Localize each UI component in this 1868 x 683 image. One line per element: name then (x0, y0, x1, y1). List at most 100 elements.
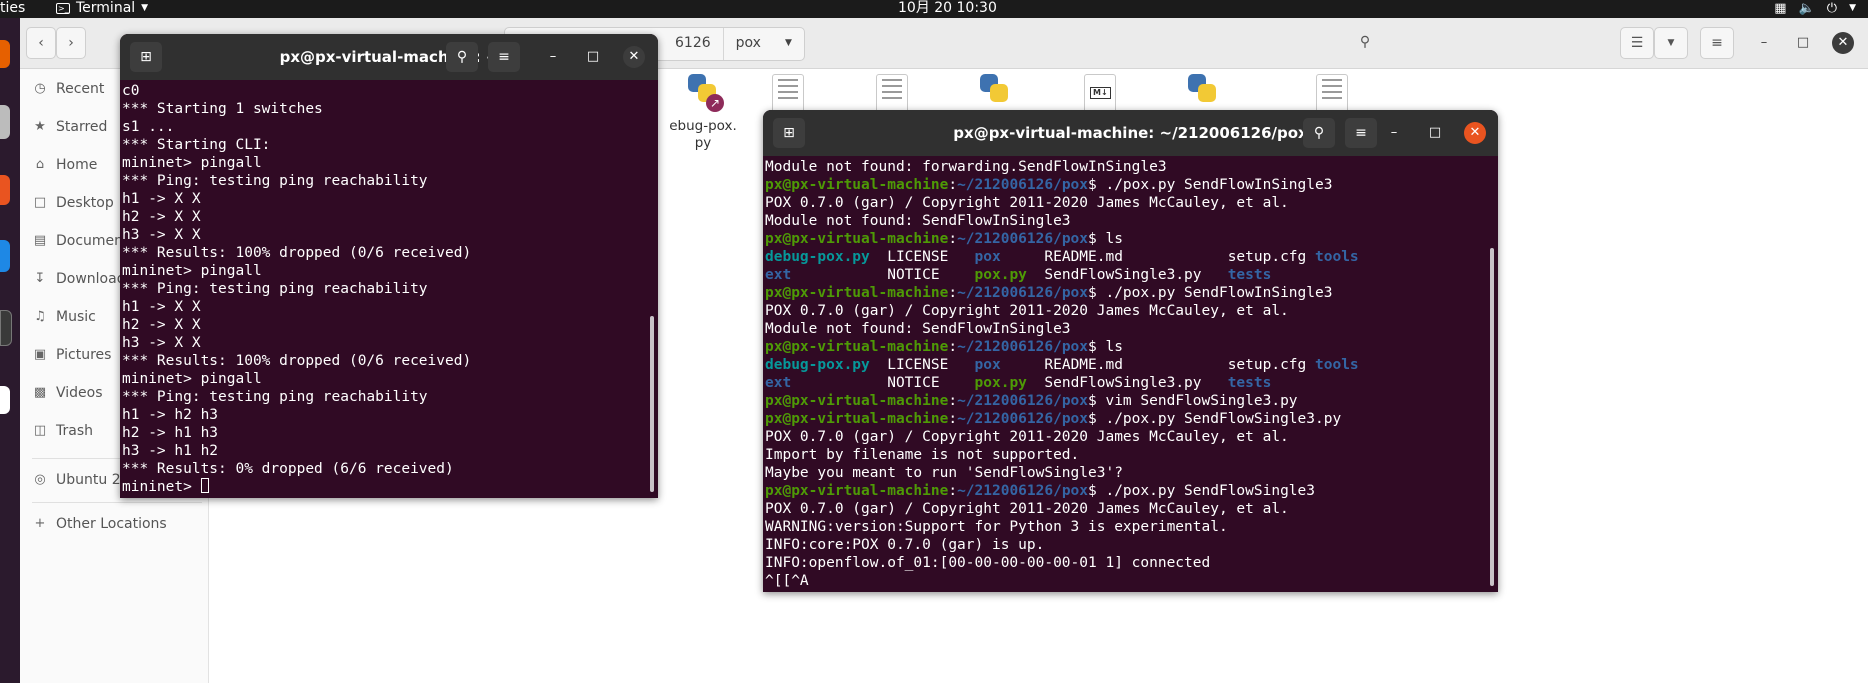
terminal-icon: >_ (56, 3, 70, 14)
volume-icon: 🔈 (1798, 1, 1815, 16)
close-button[interactable]: ✕ (1832, 32, 1854, 54)
python-file-icon: ↗ (688, 74, 724, 112)
terminal-window-pox[interactable]: ⊞ px@px-virtual-machine: ~/212006126/pox… (763, 110, 1498, 592)
menu-button[interactable]: ≡ (488, 42, 520, 72)
path-crumb-current[interactable]: pox (724, 28, 773, 60)
terminal-line: *** Starting CLI: (122, 137, 271, 153)
ls-entry: SendFlowSingle3.py (1044, 375, 1228, 391)
sidebar-item-home[interactable]: ⌂ Home (32, 150, 97, 180)
close-button[interactable]: ✕ (623, 46, 645, 68)
terminal-output[interactable]: Module not found: forwarding.SendFlowInS… (765, 158, 1359, 590)
file-python[interactable] (1188, 74, 1222, 110)
ls-entry: debug-pox.py (765, 249, 888, 265)
files-dock-icon[interactable] (0, 386, 10, 414)
file-document[interactable] (772, 74, 804, 114)
terminal-window-mininet[interactable]: ⊞ px@px-virtual-machine: ~ ⚲ ≡ – □ ✕ c0 *… (120, 34, 658, 498)
sidebar-item-trash[interactable]: ◫ Trash (32, 416, 93, 446)
system-tray[interactable]: ▦ 🔈 ⏻ ▼ (1774, 0, 1856, 17)
sidebar-item-other-locations[interactable]: + Other Locations (32, 509, 167, 539)
maximize-button[interactable]: □ (1424, 122, 1446, 144)
minimize-button[interactable]: – (1753, 32, 1775, 54)
terminal-line: px@px-virtual-machine:~/212006126/pox$ .… (765, 410, 1359, 428)
terminal-line: debug-pox.py LICENSE pox README.md setup… (765, 248, 1359, 266)
terminal-line: *** Ping: testing ping reachability (122, 173, 428, 189)
sidebar-item-downloads[interactable]: ↧ Downloads (32, 264, 133, 294)
terminal-line: mininet> pingall (122, 263, 262, 279)
terminal-line: h1 -> X X (122, 299, 201, 315)
prompt-path: ~/212006126/pox (957, 231, 1089, 247)
list-view-button[interactable]: ☰ (1620, 27, 1654, 59)
clock[interactable]: 10月 20 10:30 (898, 0, 997, 17)
ls-entry: NOTICE (887, 375, 975, 391)
search-button[interactable]: ⚲ (446, 42, 478, 72)
command-text: $ ls (1088, 339, 1123, 355)
clock-icon: ◷ (34, 81, 46, 96)
dock (0, 18, 20, 683)
terminal-line: px@px-virtual-machine:~/212006126/pox$ l… (765, 338, 1359, 356)
ls-entry: NOTICE (887, 267, 975, 283)
plus-icon: + (34, 516, 46, 531)
file-python[interactable] (980, 74, 1014, 110)
menu-button[interactable]: ≡ (1345, 118, 1377, 148)
terminal-line: POX 0.7.0 (gar) / Copyright 2011-2020 Ja… (765, 195, 1289, 211)
sidebar-item-starred[interactable]: ★ Starred (32, 112, 107, 142)
prompt-colon: : (948, 339, 958, 355)
terminal-dock-icon[interactable] (0, 310, 12, 346)
prompt-user: px@px-virtual-machine (765, 411, 949, 427)
minimize-button[interactable]: – (542, 46, 564, 68)
firefox-icon[interactable] (0, 40, 10, 68)
music-icon: ♫ (34, 309, 46, 324)
sidebar-item-music[interactable]: ♫ Music (32, 302, 96, 332)
prompt-colon: : (948, 231, 958, 247)
view-options-button[interactable]: ▼ (1654, 27, 1688, 59)
terminal-output[interactable]: c0 *** Starting 1 switches s1 ... *** Start… (122, 82, 471, 496)
file-debug-pox[interactable]: ↗ ebug-pox. py (668, 74, 738, 152)
sidebar-item-pictures[interactable]: ▣ Pictures (32, 340, 112, 370)
sidebar-item-videos[interactable]: ▩ Videos (32, 378, 103, 408)
thunderbird-icon[interactable] (0, 105, 10, 139)
prompt-user: px@px-virtual-machine (765, 285, 949, 301)
scrollbar[interactable] (1490, 248, 1494, 586)
menu-button[interactable]: ≡ (1700, 27, 1734, 59)
sidebar-item-desktop[interactable]: □ Desktop (32, 188, 114, 218)
terminal-line: *** Starting 1 switches (122, 101, 323, 117)
app-center-icon[interactable] (0, 175, 10, 205)
file-document[interactable] (876, 74, 908, 114)
minimize-button[interactable]: – (1383, 122, 1405, 144)
terminal-line: POX 0.7.0 (gar) / Copyright 2011-2020 Ja… (765, 429, 1289, 445)
prompt-user: px@px-virtual-machine (765, 483, 949, 499)
activities-button[interactable]: ties (0, 0, 25, 17)
terminal-line: *** Ping: testing ping reachability (122, 281, 428, 297)
terminal-line: Module not found: SendFlowInSingle3 (765, 213, 1071, 229)
maximize-button[interactable]: □ (582, 46, 604, 68)
ls-entry: tests (1227, 375, 1272, 391)
terminal-line: mininet> pingall (122, 371, 262, 387)
ls-entry: LICENSE (887, 357, 975, 373)
terminal-line: px@px-virtual-machine:~/212006126/pox$ v… (765, 392, 1359, 410)
command-text: $ ./pox.py SendFlowSingle3.py (1088, 411, 1342, 427)
link-arrow-icon: ↗ (706, 94, 724, 112)
prompt-path: ~/212006126/pox (957, 285, 1089, 301)
sidebar-item-recent[interactable]: ◷ Recent (32, 74, 104, 104)
terminal-header: ⊞ px@px-virtual-machine: ~/212006126/pox… (763, 110, 1498, 156)
file-markdown[interactable]: M↓ (1084, 74, 1116, 114)
search-button[interactable]: ⚲ (1348, 27, 1382, 59)
forward-button[interactable]: › (56, 27, 86, 59)
network-icon: ▦ (1774, 1, 1787, 16)
close-button[interactable]: ✕ (1464, 122, 1486, 144)
back-button[interactable]: ‹ (26, 27, 56, 59)
scrollbar[interactable] (650, 316, 654, 492)
video-icon: ▩ (33, 385, 47, 400)
terminal-line: h2 -> X X (122, 209, 201, 225)
app-menu[interactable]: >_ Terminal ▼ (56, 0, 148, 17)
sidebar-item-ubuntu-drive[interactable]: ◎ Ubuntu 2 (32, 465, 120, 495)
search-button[interactable]: ⚲ (1303, 118, 1335, 148)
file-document[interactable] (1316, 74, 1348, 114)
caret-down-icon[interactable]: ▼ (773, 28, 804, 60)
help-icon[interactable] (0, 240, 10, 272)
maximize-button[interactable]: □ (1792, 32, 1814, 54)
terminal-line: WARNING:version:Support for Python 3 is … (765, 519, 1228, 535)
command-text: $ ./pox.py SendFlowSingle3 (1088, 483, 1315, 499)
ls-entry: tools (1315, 357, 1359, 373)
prompt-text: mininet> (122, 479, 201, 495)
